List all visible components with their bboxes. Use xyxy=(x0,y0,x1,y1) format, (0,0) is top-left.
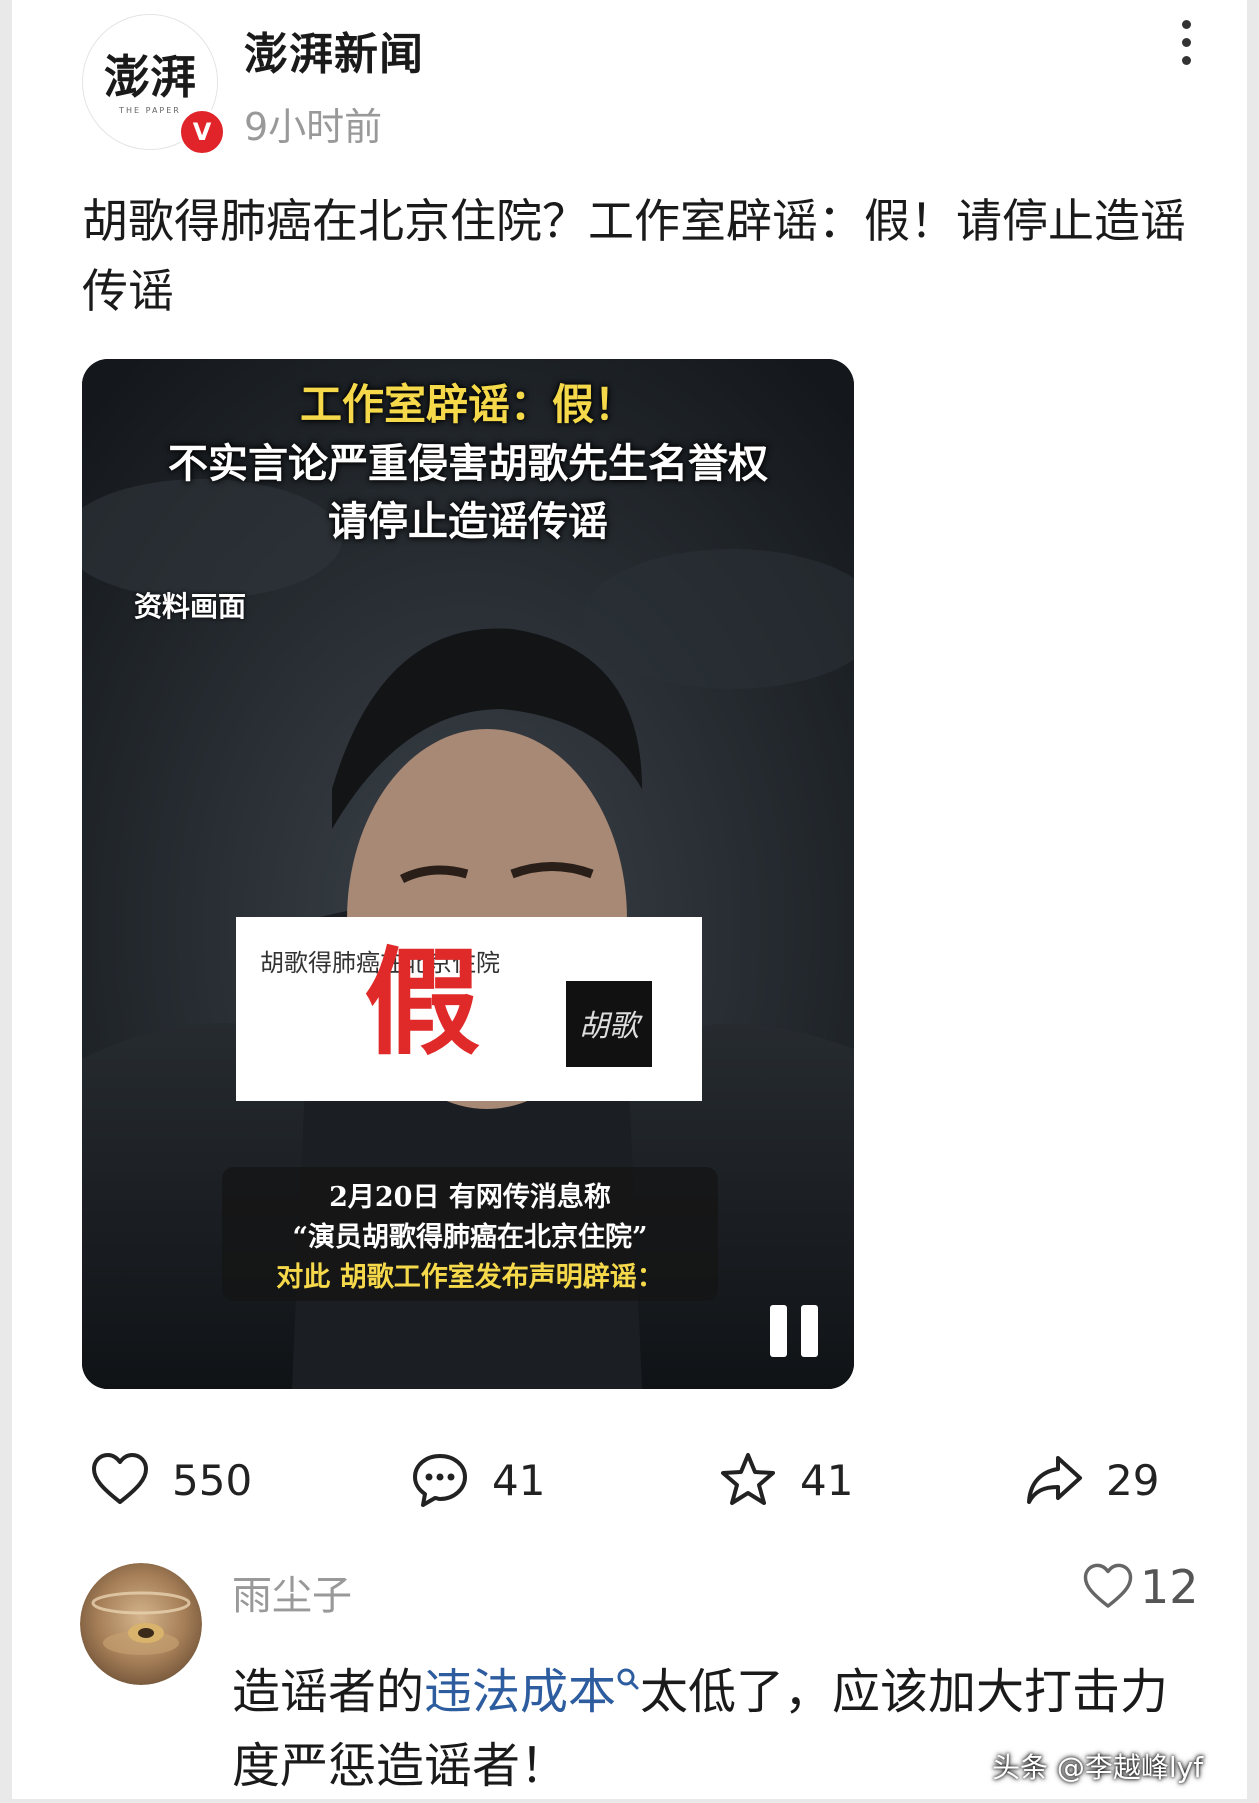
like-count: 550 xyxy=(172,1455,253,1505)
post-card: 澎湃 THE PAPER V 澎湃新闻 9小时前 胡歌得肺癌在北京住院？工作室辟… xyxy=(12,0,1247,1799)
comment-text-before: 造谣者的 xyxy=(232,1664,425,1720)
share-icon xyxy=(1027,1456,1082,1504)
heart-icon xyxy=(92,1453,148,1504)
video-headline: 工作室辟谣：假！ xyxy=(299,380,636,429)
star-icon xyxy=(721,1453,775,1505)
comment-count: 41 xyxy=(492,1455,546,1505)
post-time: 9小时前 xyxy=(244,105,383,149)
video-player[interactable]: 工作室辟谣：假！ 不实言论严重侵害胡歌先生名誉权 请停止造谣传谣 资料画面 胡歌… xyxy=(82,359,854,1389)
share-button[interactable]: 29 xyxy=(1024,1448,1159,1512)
pause-icon[interactable] xyxy=(770,1305,820,1357)
avatar-logo-text: 澎湃 xyxy=(104,50,196,104)
more-vertical-icon[interactable] xyxy=(1174,20,1198,70)
fake-stamp: 假 xyxy=(364,935,480,1071)
signature-text: 胡歌 xyxy=(579,1009,643,1044)
archive-label: 资料画面 xyxy=(134,590,247,623)
comment-icon xyxy=(413,1454,467,1507)
search-icon[interactable] xyxy=(616,1638,640,1712)
like-button[interactable]: 550 xyxy=(90,1448,252,1512)
caption-line3: 对此 胡歌工作室发布声明辟谣： xyxy=(276,1262,664,1293)
favorite-count: 41 xyxy=(800,1455,854,1505)
caption-box: 2月20日 有网传消息称 “演员胡歌得肺癌在北京住院” 对此 胡歌工作室发布声明… xyxy=(222,1167,718,1301)
verified-badge: V xyxy=(178,108,226,156)
favorite-button[interactable]: 41 xyxy=(718,1448,853,1512)
signature-stamp: 胡歌 xyxy=(566,981,652,1067)
post-title[interactable]: 胡歌得肺癌在北京住院？工作室辟谣：假！请停止造谣传谣 xyxy=(82,186,1202,326)
avatar-logo-sub: THE PAPER xyxy=(118,106,181,115)
comment-button[interactable]: 41 xyxy=(410,1448,545,1512)
video-line1: 不实言论严重侵害胡歌先生名誉权 xyxy=(168,440,768,487)
comment-like-button[interactable]: 12 xyxy=(1082,1560,1199,1614)
search-link[interactable]: 违法成本 xyxy=(424,1664,616,1720)
video-line2: 请停止造谣传谣 xyxy=(328,498,608,545)
caption-line1: 2月20日 有网传消息称 xyxy=(329,1182,611,1213)
watermark: 头条 @李越峰lyf xyxy=(992,1751,1204,1784)
commenter-avatar[interactable] xyxy=(80,1563,202,1685)
commenter-name[interactable]: 雨尘子 xyxy=(232,1563,352,1621)
comment-like-count: 12 xyxy=(1140,1560,1199,1614)
heart-icon xyxy=(1083,1563,1133,1608)
caption-line2: “演员胡歌得肺癌在北京住院” xyxy=(292,1222,648,1253)
rumor-card: 胡歌得肺癌在北京住院 假 胡歌 xyxy=(236,917,702,1101)
account-name[interactable]: 澎湃新闻 xyxy=(244,18,424,82)
share-count: 29 xyxy=(1106,1455,1160,1505)
